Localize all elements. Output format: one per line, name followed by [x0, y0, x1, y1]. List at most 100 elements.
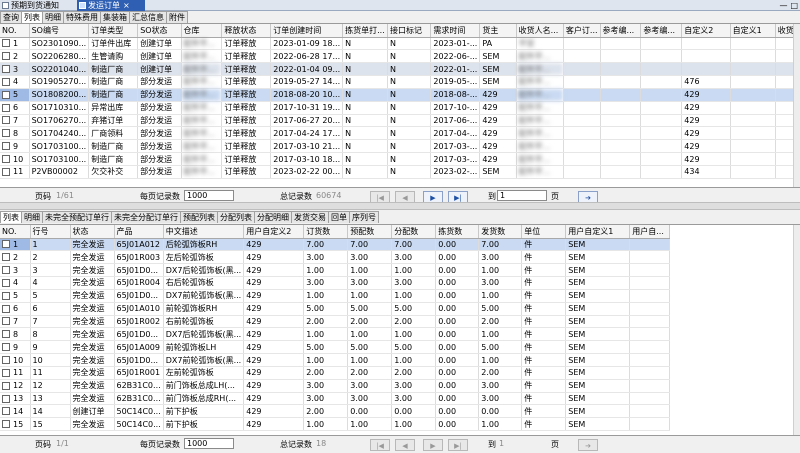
row-checkbox[interactable]	[2, 142, 10, 151]
row-checkbox[interactable]	[2, 266, 10, 275]
tab-query[interactable]: 查询	[0, 11, 22, 23]
column-header[interactable]: 拣货单打...	[342, 24, 389, 38]
minimize-icon[interactable]: —	[779, 1, 787, 10]
row-checkbox[interactable]	[2, 330, 10, 339]
tab-unallocated[interactable]: 未完全分配订单行	[111, 211, 181, 223]
column-header[interactable]: 仓库	[181, 24, 223, 38]
column-header[interactable]: 自定义2	[681, 24, 731, 38]
row-checkbox[interactable]	[2, 420, 10, 429]
tab-special-fees[interactable]: 特殊费用	[63, 11, 101, 23]
column-header[interactable]: 状态	[70, 225, 115, 239]
maximize-icon[interactable]: □	[790, 1, 798, 10]
close-icon[interactable]: ×	[123, 1, 130, 10]
per-page-input[interactable]: 1000	[184, 438, 234, 449]
row-checkbox[interactable]	[2, 167, 10, 176]
tab-unpreallocated[interactable]: 未完全预配订单行	[42, 211, 112, 223]
table-row[interactable]: 8 8 完全发运 65J01D0... DX7后轮弧饰板(黑... 429 1.00 1.00…	[0, 327, 671, 342]
column-header[interactable]: 产品	[114, 225, 164, 239]
table-row[interactable]: 9 SO1703100... 制造厂商 部分发运 配件平... 订单释放 2017-03-1…	[0, 139, 800, 154]
row-checkbox[interactable]	[2, 291, 10, 300]
table-row[interactable]: 12 12 完全发运 62B31C0... 前门饰板总成LH(... 429 3.00 3.0…	[0, 379, 671, 393]
column-header[interactable]: NO.	[0, 225, 31, 239]
table-row[interactable]: 11 11 完全发运 65J01R001 左前轮弧饰板 429 2.00 2.00 2.00 0.…	[0, 366, 671, 380]
table-row[interactable]: 2 SO2206280... 生管请购 创建订单 配件平... 订单释放 2022-06-2…	[0, 49, 800, 64]
column-header[interactable]: 客户订...	[563, 24, 601, 38]
row-checkbox[interactable]	[2, 103, 10, 112]
tab-receipt[interactable]: 回单	[328, 211, 350, 223]
pane-splitter[interactable]	[0, 202, 800, 210]
column-header[interactable]: 参考编...	[600, 24, 642, 38]
column-header[interactable]: SO状态	[137, 24, 182, 38]
tab-attachments[interactable]: 附件	[166, 11, 188, 23]
tab-summary[interactable]: 汇总信息	[129, 11, 167, 23]
column-header[interactable]: 用户自定义1	[565, 225, 631, 239]
row-checkbox[interactable]	[2, 116, 10, 125]
table-row[interactable]: 3 3 完全发运 65J01D0... DX7后轮弧饰板(黑... 429 1.00 1.00…	[0, 263, 671, 278]
row-checkbox[interactable]	[2, 90, 10, 99]
table-row[interactable]: 15 15 完全发运 50C14C0... 前下护板 429 1.00 1.00 1.00 0.0…	[0, 417, 671, 432]
column-header[interactable]: 货主	[479, 24, 517, 38]
tab-alloc-detail[interactable]: 分配明细	[254, 211, 292, 223]
row-checkbox[interactable]	[2, 343, 10, 352]
column-header[interactable]: 自定义1	[730, 24, 776, 38]
column-header[interactable]: 分配数	[391, 225, 437, 239]
row-checkbox[interactable]	[2, 52, 10, 61]
column-header[interactable]: 预配数	[347, 225, 393, 239]
tab-serial[interactable]: 序列号	[349, 211, 379, 223]
table-row[interactable]: 6 SO1710310... 异常出库 部分发运 配件平... 订单释放 2017-10-3…	[0, 101, 800, 115]
goto-page-input[interactable]: 1	[497, 190, 547, 201]
row-checkbox[interactable]	[2, 39, 10, 48]
table-row[interactable]: 3 SO2201040... 制造厂商 创建订单 配件平... 订单释放 2022-01-0…	[0, 62, 800, 77]
tab-prealloc-list[interactable]: 预配列表	[180, 211, 218, 223]
doc-tab-shipping-order[interactable]: 发运订单 ×	[77, 0, 145, 11]
per-page-input[interactable]: 1000	[184, 190, 234, 201]
column-header[interactable]: 发货数	[478, 225, 523, 239]
row-checkbox[interactable]	[2, 77, 10, 86]
column-header[interactable]: 订单类型	[88, 24, 139, 38]
column-header[interactable]: 收货人名...	[516, 24, 564, 38]
row-checkbox[interactable]	[2, 155, 10, 164]
table-row[interactable]: 10 SO1703100... 制造厂商 部分发运 配件平... 订单释放 2017-03-…	[0, 152, 800, 166]
row-checkbox[interactable]	[2, 317, 10, 326]
table-row[interactable]: 7 SO1706270... 弃猪订单 部分发运 配件平... 订单释放 2017-06-2…	[0, 114, 800, 128]
column-header[interactable]: 用户自定义2	[243, 225, 305, 239]
row-checkbox[interactable]	[2, 304, 10, 313]
table-row[interactable]: 5 5 完全发运 65J01D0... DX7前轮弧饰板(黑... 429 1.00 1.00…	[0, 289, 671, 303]
column-header[interactable]: 拣货数	[435, 225, 480, 239]
row-checkbox[interactable]	[2, 381, 10, 390]
table-row[interactable]: 14 14 创建订单 50C14C0... 前下护板 429 2.00 0.00 0.00 0.0…	[0, 404, 671, 419]
column-header[interactable]: 订单创建时间	[270, 24, 344, 38]
column-header[interactable]: 参考编...	[640, 24, 683, 38]
row-checkbox[interactable]	[2, 407, 10, 416]
table-row[interactable]: 2 2 完全发运 65J01R003 左后轮弧饰板 429 3.00 3.00 3.00 0.00…	[0, 250, 671, 265]
tab-alloc-list[interactable]: 分配列表	[217, 211, 255, 223]
row-checkbox[interactable]	[2, 129, 10, 138]
row-checkbox[interactable]	[2, 356, 10, 365]
go-button[interactable]: ➔	[578, 439, 598, 451]
tab-detail[interactable]: 明细	[42, 11, 64, 23]
row-checkbox[interactable]	[2, 65, 10, 74]
tab-shipping-txn[interactable]: 发货交易	[291, 211, 329, 223]
order-grid-scrollbar[interactable]	[793, 24, 800, 187]
table-row[interactable]: 5 SO1808200... 制造厂商 部分发运 配件平... 订单释放 2018-08-2…	[0, 88, 800, 102]
table-row[interactable]: 4 SO1905270... 制造厂商 部分发运 配件平... 订单释放 2019-05-2…	[0, 75, 800, 89]
table-row[interactable]: 10 10 完全发运 65J01D0... DX7前轮弧饰板(黑... 429 1.00 1.…	[0, 353, 671, 367]
table-row[interactable]: 13 13 完全发运 62B31C0... 前门饰板总成RH(... 429 3.00 3.0…	[0, 392, 671, 406]
tab-line-detail[interactable]: 明细	[21, 211, 43, 223]
table-row[interactable]: 11 P2VB00002 欠交补交 部分发运 配件平... 订单释放 2023-02-22 …	[0, 165, 800, 179]
column-header[interactable]: 单位	[521, 225, 567, 239]
tab-list[interactable]: 列表	[21, 11, 43, 23]
table-row[interactable]: 1 1 完全发运 65J01A012 后轮弧饰板RH 429 7.00 7.00 7.00 0.0…	[0, 238, 671, 252]
last-page-button[interactable]: ▶|	[448, 439, 468, 451]
row-checkbox[interactable]	[2, 278, 10, 287]
row-checkbox[interactable]	[2, 394, 10, 403]
table-row[interactable]: 9 9 完全发运 65J01A009 前轮弧饰板LH 429 5.00 5.00 5.00 0.0…	[0, 340, 671, 355]
tab-container[interactable]: 集装箱	[100, 11, 130, 23]
table-row[interactable]: 8 SO1704240... 厂商领料 部分发运 配件平... 订单释放 2017-04-2…	[0, 126, 800, 141]
column-header[interactable]: 行号	[30, 225, 71, 239]
column-header[interactable]: 需求时间	[430, 24, 481, 38]
table-row[interactable]: 6 6 完全发运 65J01A010 前轮弧饰板RH 429 5.00 5.00 5.00 0.0…	[0, 302, 671, 316]
first-page-button[interactable]: |◀	[370, 439, 390, 451]
table-row[interactable]: 7 7 完全发运 65J01R002 右前轮弧饰板 429 2.00 2.00 2.00 0.00…	[0, 315, 671, 329]
column-header[interactable]: 接口标记	[387, 24, 432, 38]
